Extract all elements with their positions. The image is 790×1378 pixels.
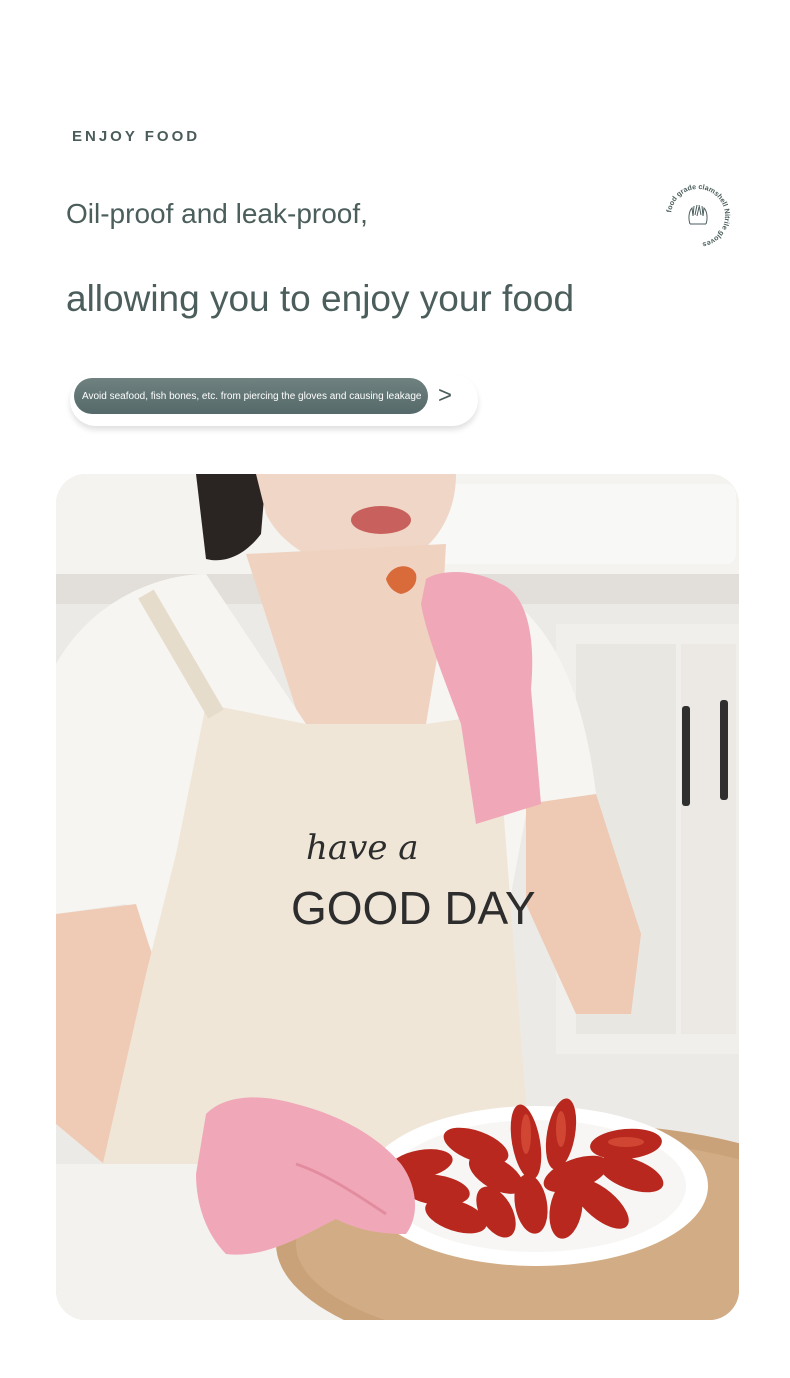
apron-text-line-2: GOOD DAY [291, 882, 536, 934]
product-photo: have a GOOD DAY [56, 474, 739, 1320]
headline-line-1: Oil-proof and leak-proof, [66, 198, 368, 229]
tip-pill[interactable]: Avoid seafood, fish bones, etc. from pie… [70, 374, 478, 426]
section-eyebrow: ENJOY FOOD [72, 128, 201, 145]
headline-line-2: allowing you to enjoy your food [66, 278, 575, 319]
tip-pill-text: Avoid seafood, fish bones, etc. from pie… [74, 378, 428, 414]
apron-text-line-1: have a [306, 828, 419, 868]
chevron-right-icon[interactable]: > [438, 382, 452, 410]
seal-logo: food grade clamshell Nitrile gloves [662, 180, 734, 252]
